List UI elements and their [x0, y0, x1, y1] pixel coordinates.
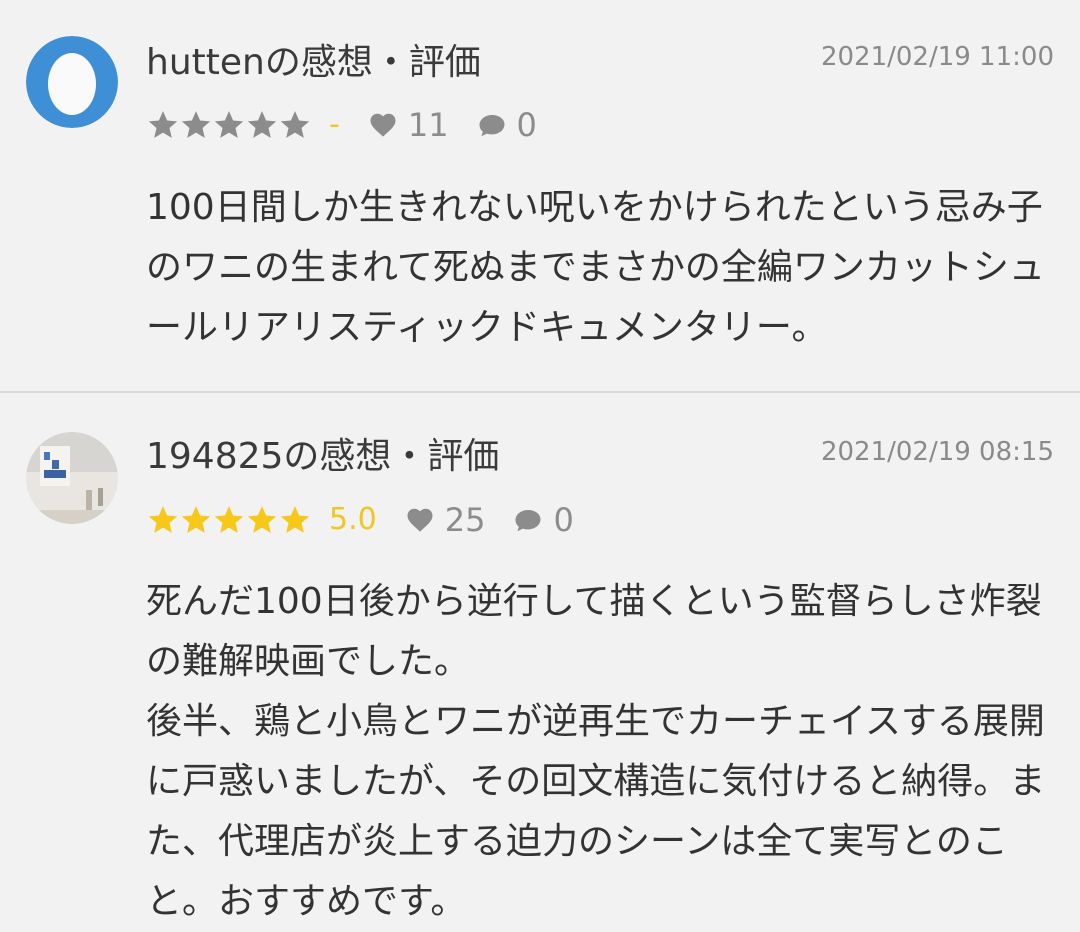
- heart-icon: [407, 508, 433, 532]
- score-value: -: [329, 107, 340, 142]
- star-rating: [146, 108, 311, 142]
- comment-icon: [515, 510, 541, 532]
- like-count: 11: [407, 106, 449, 144]
- review-card[interactable]: huttenの感想・評価 2021/02/19 11:00 - 11 0 100…: [0, 0, 1080, 391]
- star-icon: [247, 506, 277, 533]
- star-icon: [247, 111, 277, 138]
- star-icon: [280, 506, 310, 533]
- review-title[interactable]: huttenの感想・評価: [146, 40, 481, 86]
- comment-icon: [479, 115, 505, 137]
- review-title[interactable]: 194825の感想・評価: [146, 434, 499, 480]
- star-rating: [146, 503, 311, 537]
- user-avatar[interactable]: [26, 36, 118, 128]
- like-count: 25: [444, 501, 486, 539]
- star-icon: [214, 506, 244, 533]
- review-meta: - 11 0: [146, 105, 537, 145]
- egg-icon: [26, 36, 118, 128]
- review-body[interactable]: 100日間しか生きれない呪いをかけられたという忌み子のワニの生まれて死ぬまでまさ…: [146, 178, 1056, 358]
- review-date: 2021/02/19 08:15: [820, 437, 1054, 467]
- review-date: 2021/02/19 11:00: [820, 42, 1054, 72]
- photo-avatar: [26, 432, 118, 524]
- star-icon: [280, 111, 310, 138]
- star-icon: [181, 506, 211, 533]
- review-body[interactable]: 死んだ100日後から逆行して描くという監督らしさ炸裂の難解映画でした。 後半、鶏…: [146, 572, 1056, 932]
- comment-count: 0: [516, 106, 537, 144]
- star-icon: [214, 111, 244, 138]
- review-card[interactable]: 194825の感想・評価 2021/02/19 08:15 5.0 25 0 死…: [0, 392, 1080, 924]
- like-button[interactable]: 11: [368, 105, 449, 145]
- star-icon: [148, 111, 178, 138]
- score-value: 5.0: [329, 502, 377, 537]
- review-meta: 5.0 25 0: [146, 500, 574, 540]
- user-avatar[interactable]: [26, 432, 118, 524]
- comment-count: 0: [553, 501, 574, 539]
- star-icon: [148, 506, 178, 533]
- heart-icon: [370, 113, 396, 137]
- comment-button[interactable]: 0: [477, 105, 537, 145]
- comment-button[interactable]: 0: [513, 500, 574, 540]
- like-button[interactable]: 25: [405, 500, 486, 540]
- star-icon: [181, 111, 211, 138]
